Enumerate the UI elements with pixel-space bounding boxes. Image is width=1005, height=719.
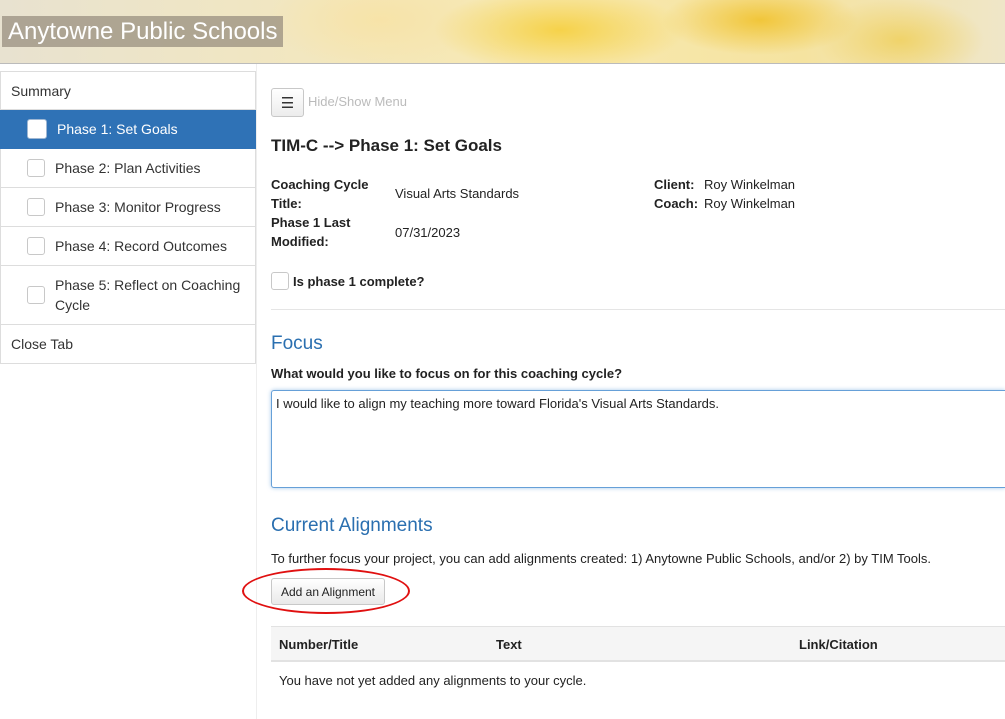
sidebar-item-phase-2[interactable]: Phase 2: Plan Activities [0,149,256,188]
client-label: Client: [654,177,695,192]
sidebar: Summary Phase 1: Set Goals Phase 2: Plan… [0,71,256,364]
cycle-title-label: Coaching Cycle Title: [271,177,369,211]
phase-1-checkbox[interactable] [27,119,47,139]
sidebar-item-label: Summary [11,82,71,99]
site-title: Anytowne Public Schools [2,16,284,47]
cycle-title-value: Visual Arts Standards [395,186,520,201]
phase-3-checkbox[interactable] [27,198,45,216]
sidebar-item-label: Phase 2: Plan Activities [55,160,201,176]
focus-textarea[interactable]: I would like to align my teaching more t… [271,390,1005,488]
highlight-annotation-oval [242,568,410,614]
phase-complete-label: Is phase 1 complete? [293,273,425,289]
sidebar-item-label: Close Tab [11,336,74,352]
sidebar-item-label: Phase 4: Record Outcomes [55,238,227,254]
alignments-table-header: Number/Title Text Link/Citation [271,626,1005,662]
phase-5-checkbox[interactable] [27,286,45,304]
section-divider [271,309,1005,310]
hamburger-icon: ☰ [280,94,295,112]
last-modified-value: 07/31/2023 [395,225,461,240]
focus-question: What would you like to focus on for this… [271,366,623,381]
sidebar-item-phase-3[interactable]: Phase 3: Monitor Progress [0,188,256,227]
sidebar-item-summary[interactable]: Summary [0,71,256,110]
phase-4-checkbox[interactable] [27,237,45,255]
last-modified-label: Phase 1 Last Modified: [271,215,351,249]
coach-value: Roy Winkelman [704,196,796,211]
phase-complete-row: Is phase 1 complete? [271,272,425,290]
page-title: TIM-C --> Phase 1: Set Goals [271,136,502,155]
column-header-number-title: Number/Title [279,637,359,652]
sidebar-item-label: Phase 5: Reflect on Coaching Cycle [55,277,241,313]
sidebar-divider [256,64,257,719]
sidebar-item-phase-1[interactable]: Phase 1: Set Goals [0,110,256,149]
client-value: Roy Winkelman [704,177,796,192]
focus-heading: Focus [271,333,323,354]
alignments-heading: Current Alignments [271,515,433,536]
alignments-empty-message: You have not yet added any alignments to… [279,673,587,688]
menu-toggle-hint[interactable]: Hide/Show Menu [308,94,407,109]
header-banner: Anytowne Public Schools [0,0,1005,64]
phase-complete-checkbox[interactable] [271,272,289,290]
sidebar-item-close-tab[interactable]: Close Tab [0,325,256,364]
phase-2-checkbox[interactable] [27,159,45,177]
column-header-text: Text [496,637,522,652]
sidebar-item-phase-4[interactable]: Phase 4: Record Outcomes [0,227,256,266]
alignments-description: To further focus your project, you can a… [271,551,931,566]
sidebar-item-phase-5[interactable]: Phase 5: Reflect on Coaching Cycle [0,266,256,325]
coach-label: Coach: [654,196,699,211]
hamburger-menu-button[interactable]: ☰ [271,88,304,117]
sidebar-item-label: Phase 3: Monitor Progress [55,199,221,215]
sidebar-item-label: Phase 1: Set Goals [57,121,178,137]
column-header-link-citation: Link/Citation [799,637,878,652]
